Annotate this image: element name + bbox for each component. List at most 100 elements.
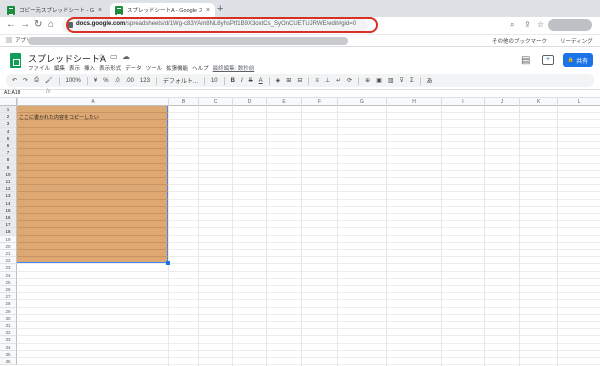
functions-icon[interactable]: Σ [410, 78, 414, 84]
row-header-17[interactable]: 17 [0, 221, 17, 229]
other-bookmarks[interactable]: その他のブックマーク [492, 37, 547, 45]
percent-button[interactable]: % [103, 78, 108, 84]
menu-edit[interactable]: 編集 [54, 64, 65, 72]
insert-comment-icon[interactable]: ▣ [376, 77, 382, 84]
text-wrap-icon[interactable]: ↵ [336, 77, 341, 84]
reload-button[interactable]: ↻ [34, 19, 42, 30]
select-all-corner[interactable] [0, 98, 17, 106]
row-header-19[interactable]: 19 [0, 235, 17, 243]
meet-icon[interactable]: + [542, 55, 554, 65]
menu-extensions[interactable]: 拡張機能 [166, 64, 188, 72]
row-header-24[interactable]: 24 [0, 271, 17, 279]
close-tab-icon[interactable]: × [98, 7, 102, 14]
strikethrough-button[interactable]: S [249, 78, 253, 84]
lock-icon[interactable] [68, 22, 73, 28]
column-header-c[interactable]: C [198, 98, 232, 106]
filter-icon[interactable]: ⊽ [400, 77, 404, 84]
menu-view[interactable]: 表示 [69, 64, 80, 72]
row-header-25[interactable]: 25 [0, 278, 17, 286]
comment-history-icon[interactable]: ▤ [521, 55, 530, 66]
row-header-27[interactable]: 27 [0, 293, 17, 301]
increase-decimal-button[interactable]: .00 [126, 78, 134, 84]
row-header-33[interactable]: 33 [0, 336, 17, 344]
column-header-h[interactable]: H [386, 98, 441, 106]
column-header-f[interactable]: F [301, 98, 337, 106]
more-formats-button[interactable]: 123 [140, 78, 150, 84]
share-button[interactable]: 🔒 共有 [563, 53, 593, 67]
borders-icon[interactable]: ⊞ [286, 77, 291, 84]
row-header-23[interactable]: 23 [0, 264, 17, 272]
sheets-logo-icon[interactable] [10, 53, 21, 68]
row-header-8[interactable]: 8 [0, 156, 17, 164]
row-header-21[interactable]: 21 [0, 250, 17, 258]
row-header-1[interactable]: 1 [0, 106, 17, 114]
new-tab-button[interactable]: + [217, 3, 223, 15]
name-box[interactable]: A1:A18 [4, 90, 20, 96]
row-header-13[interactable]: 13 [0, 192, 17, 200]
column-header-l[interactable]: L [557, 98, 600, 106]
fill-color-icon[interactable]: ◈ [276, 77, 281, 84]
share-page-icon[interactable]: ⇪ [524, 20, 531, 29]
selected-range[interactable] [17, 106, 168, 263]
italic-button[interactable]: I [241, 78, 243, 84]
row-header-26[interactable]: 26 [0, 286, 17, 294]
zoom-select[interactable]: 100% [66, 78, 81, 84]
column-header-d[interactable]: D [232, 98, 266, 106]
row-header-3[interactable]: 3 [0, 120, 17, 128]
row-header-31[interactable]: 31 [0, 322, 17, 330]
home-button[interactable]: ⌂ [48, 19, 54, 30]
menu-insert[interactable]: 挿入 [84, 64, 95, 72]
currency-button[interactable]: ¥ [94, 78, 97, 84]
row-header-6[interactable]: 6 [0, 142, 17, 150]
column-header-j[interactable]: J [484, 98, 519, 106]
row-header-14[interactable]: 14 [0, 199, 17, 207]
row-header-15[interactable]: 15 [0, 206, 17, 214]
row-header-32[interactable]: 32 [0, 329, 17, 337]
menu-format[interactable]: 表示形式 [99, 64, 121, 72]
horizontal-align-icon[interactable]: ≡ [315, 78, 319, 84]
column-header-i[interactable]: I [441, 98, 484, 106]
row-header-35[interactable]: 35 [0, 350, 17, 358]
row-header-30[interactable]: 30 [0, 314, 17, 322]
column-header-g[interactable]: G [337, 98, 386, 106]
close-tab-icon[interactable]: × [206, 7, 210, 14]
row-header-7[interactable]: 7 [0, 149, 17, 157]
star-icon[interactable]: ☆ [98, 52, 105, 61]
row-header-4[interactable]: 4 [0, 127, 17, 135]
last-edit-link[interactable]: 最終編集: 数秒前 [213, 64, 255, 72]
forward-button[interactable]: → [20, 19, 30, 30]
text-rotate-icon[interactable]: ⟳ [347, 77, 352, 84]
row-header-10[interactable]: 10 [0, 170, 17, 178]
column-header-b[interactable]: B [168, 98, 198, 106]
row-header-28[interactable]: 28 [0, 300, 17, 308]
font-select[interactable]: デフォルト... [163, 76, 198, 85]
print-icon[interactable]: ⎙ [34, 77, 39, 84]
move-folder-icon[interactable]: ▭ [110, 52, 118, 61]
zoom-icon[interactable]: ⌕ [510, 20, 514, 30]
row-header-11[interactable]: 11 [0, 178, 17, 186]
undo-icon[interactable]: ↶ [12, 77, 17, 84]
paint-format-icon[interactable]: 🖌 [45, 77, 53, 84]
cloud-status-icon[interactable]: ☁ [122, 52, 130, 61]
row-header-22[interactable]: 22 [0, 257, 17, 265]
row-header-34[interactable]: 34 [0, 343, 17, 351]
menu-help[interactable]: ヘルプ [192, 64, 209, 72]
row-header-9[interactable]: 9 [0, 163, 17, 171]
merge-cells-icon[interactable]: ⊟ [297, 77, 302, 84]
row-header-29[interactable]: 29 [0, 307, 17, 315]
vertical-align-icon[interactable]: ⊥ [325, 77, 330, 84]
row-header-36[interactable]: 36 [0, 358, 17, 366]
column-header-k[interactable]: K [519, 98, 557, 106]
row-header-16[interactable]: 16 [0, 214, 17, 222]
back-button[interactable]: ← [6, 19, 16, 30]
redo-icon[interactable]: ↷ [23, 77, 28, 84]
row-header-20[interactable]: 20 [0, 242, 17, 250]
menu-file[interactable]: ファイル [28, 64, 50, 72]
profile-button[interactable] [548, 19, 592, 31]
fill-handle[interactable] [166, 261, 170, 265]
insert-chart-icon[interactable]: ▥ [388, 77, 394, 84]
font-size-select[interactable]: 10 [211, 78, 218, 84]
column-header-a[interactable]: A [17, 98, 168, 106]
row-header-18[interactable]: 18 [0, 228, 17, 236]
browser-tab-source[interactable]: コピー元スプレッドシート - Goog × [2, 3, 107, 17]
